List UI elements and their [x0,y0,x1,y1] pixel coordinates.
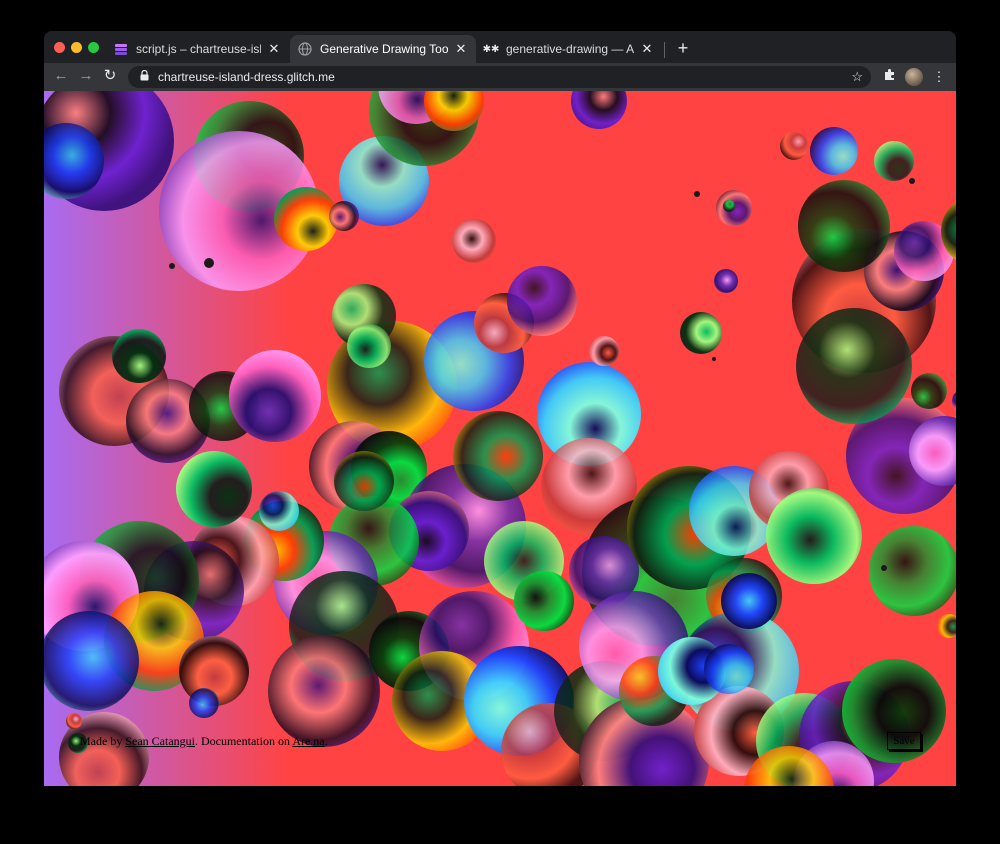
art-circle [112,329,166,383]
art-circle [589,336,619,366]
globe-icon [298,42,312,56]
tab-separator [664,42,665,58]
credit-prefix: Made by [80,734,126,748]
doc-text: . Documentation on [194,734,293,748]
art-circle [571,91,627,129]
art-circle [796,308,912,424]
close-window-button[interactable] [54,42,65,53]
art-circle [66,713,82,729]
reload-icon[interactable]: ↻ [99,65,121,87]
art-circle [937,614,956,638]
art-dot [712,357,716,361]
tab-script-js[interactable]: script.js – chartreuse-island-dress ✕ [106,35,289,63]
close-icon[interactable]: ✕ [640,42,654,56]
tab-title: Generative Drawing Tool by Sean Catangui [320,42,448,56]
tab-strip: script.js – chartreuse-island-dress ✕ Ge… [44,31,956,63]
tab-title: script.js – chartreuse-island-dress [136,42,261,56]
art-circle [714,269,738,293]
profile-avatar[interactable] [905,68,923,86]
lock-icon [136,69,152,84]
url-text: chartreuse-island-dress.glitch.me [158,70,335,84]
close-icon[interactable]: ✕ [454,42,468,56]
art-circle [514,571,574,631]
browser-window: script.js – chartreuse-island-dress ✕ Ge… [44,31,956,786]
art-circle [680,312,722,354]
art-circle [453,411,543,501]
new-tab-button[interactable]: + [672,37,694,59]
art-circle [911,373,947,409]
art-circle [780,132,808,160]
page-viewport: Made by Sean Catangui. Documentation on … [44,91,956,786]
art-circle [507,266,577,336]
art-circle [723,200,735,212]
art-circle [176,451,252,527]
art-circle [704,644,754,694]
art-circle [766,488,862,584]
art-circle [721,573,777,629]
tab-title: generative-drawing — Are.na [506,42,634,56]
extensions-puzzle-icon[interactable] [878,66,900,88]
art-circle [874,141,914,181]
art-circle [229,350,321,442]
close-icon[interactable]: ✕ [267,42,281,56]
art-dot [694,191,700,197]
art-circle [810,127,858,175]
art-circle [329,201,359,231]
art-circle [259,491,299,531]
art-circle [189,688,219,718]
arena-icon: ✱✱ [482,43,500,55]
art-circle [334,451,394,511]
address-bar[interactable]: chartreuse-island-dress.glitch.me ☆ [128,66,871,88]
art-circle [347,324,391,368]
art-circle [798,180,890,272]
save-button[interactable]: Save [887,732,921,750]
tab-arena[interactable]: ✱✱ generative-drawing — Are.na ✕ [476,35,662,63]
credit-suffix: . [324,734,328,748]
art-circle [452,219,496,263]
forward-arrow-icon[interactable]: → [75,65,97,87]
arena-link[interactable]: Are.na [292,734,324,748]
art-dot [909,178,915,184]
art-circle [952,392,956,410]
minimize-window-button[interactable] [71,42,82,53]
art-circle [869,526,956,616]
browser-toolbar: ← → ↻ chartreuse-island-dress.glitch.me … [44,63,956,91]
maximize-window-button[interactable] [88,42,99,53]
author-link[interactable]: Sean Catangui [125,734,195,748]
art-dot [169,263,175,269]
credit-line: Made by Sean Catangui. Documentation on … [80,734,328,749]
bookmark-star-icon[interactable]: ☆ [851,66,863,88]
art-dot [204,258,214,268]
art-dot [881,565,887,571]
art-circle [268,635,380,747]
back-arrow-icon[interactable]: ← [50,65,72,87]
menu-dots-icon[interactable]: ⋮ [928,66,950,88]
generative-drawing-canvas[interactable] [44,91,956,786]
tab-generative-drawing-tool[interactable]: Generative Drawing Tool by Sean Catangui… [290,35,476,63]
art-circle [274,187,338,251]
glitch-icon [114,42,128,56]
